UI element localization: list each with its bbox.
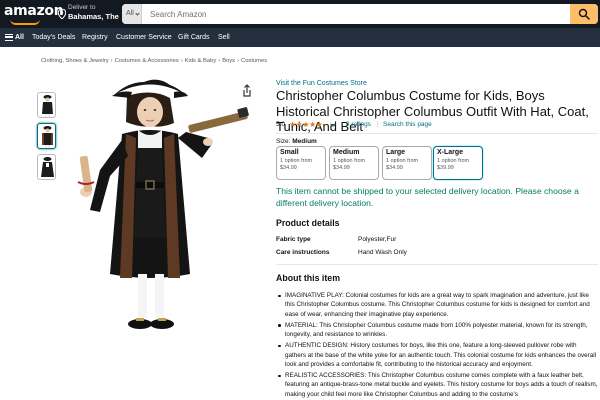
size-selected-value: Medium — [292, 138, 317, 145]
nav-registry[interactable]: Registry — [82, 28, 108, 47]
detail-row: Care instructions Hand Wash Only — [276, 249, 576, 258]
image-thumbnail[interactable] — [37, 92, 56, 118]
breadcrumb-separator: › — [218, 58, 221, 64]
breadcrumb-separator: › — [237, 58, 240, 64]
size-option-x-large[interactable]: X-Large 1 option from $39.99 — [433, 146, 483, 180]
divider — [276, 264, 598, 265]
store-link[interactable]: Visit the Fun Costumes Store — [276, 80, 367, 87]
about-bullet: MATERIAL: This Christopher Columbus cost… — [276, 321, 598, 340]
search-this-page-link[interactable]: Search this page — [383, 121, 432, 128]
about-bullet-list: IMAGINATIVE PLAY: Colonial costumes for … — [276, 291, 598, 400]
location-pin-icon — [58, 9, 66, 19]
divider — [276, 133, 598, 134]
size-name: Large — [386, 149, 406, 156]
deliver-to-label: Deliver to — [68, 4, 96, 11]
size-price: $34.99 — [280, 165, 297, 171]
columbus-costume-image — [77, 79, 249, 329]
star-rating-icon[interactable]: ★★★★★ — [289, 120, 323, 129]
search-bar: All — [122, 4, 598, 24]
search-button[interactable] — [570, 4, 598, 24]
shipping-restriction-message: This item cannot be shipped to your sele… — [276, 186, 579, 208]
breadcrumb-item[interactable]: Costumes & Accessories — [115, 58, 179, 64]
size-option-note: 1 option from — [386, 158, 419, 164]
nav-sell[interactable]: Sell — [218, 28, 230, 47]
image-thumbnail-selected[interactable] — [37, 123, 56, 149]
about-bullet: AUTHENTIC DESIGN: History costumes for b… — [276, 341, 598, 369]
search-icon — [578, 8, 590, 20]
nav-gift-cards[interactable]: Gift Cards — [178, 28, 210, 47]
size-name: Medium — [333, 149, 360, 156]
detail-key: Fabric type — [276, 236, 311, 243]
about-bullet: IMAGINATIVE PLAY: Colonial costumes for … — [276, 291, 598, 319]
rating-value: 5.0 — [276, 121, 286, 128]
size-option-note: 1 option from — [437, 158, 470, 164]
share-icon — [243, 84, 251, 97]
amazon-smile-icon — [10, 19, 40, 25]
search-input[interactable] — [148, 4, 568, 24]
product-title: Christopher Columbus Costume for Kids, B… — [276, 88, 589, 134]
about-bullet: REALISTIC ACCESSORIES: This Christopher … — [276, 371, 598, 399]
image-thumbnail[interactable] — [37, 154, 56, 180]
detail-value: Polyester,Fur — [358, 236, 397, 243]
detail-value: Hand Wash Only — [358, 249, 407, 256]
about-this-item-heading: About this item — [276, 273, 341, 283]
ratings-count-link[interactable]: 3 ratings — [346, 121, 371, 128]
costume-thumbnail-image — [41, 157, 54, 177]
costume-thumbnail-image — [42, 95, 53, 117]
size-name: X-Large — [437, 149, 464, 156]
share-button[interactable] — [240, 84, 254, 98]
size-option-large[interactable]: Large 1 option from $34.99 — [382, 146, 432, 180]
hamburger-menu-icon[interactable] — [5, 34, 13, 41]
detail-key: Care instructions — [276, 249, 330, 256]
breadcrumb-item[interactable]: Kids & Baby — [185, 58, 217, 64]
nav-todays-deals[interactable]: Today's Deals — [32, 28, 75, 47]
breadcrumb-separator: › — [180, 58, 183, 64]
product-details-heading: Product details — [276, 218, 340, 228]
size-price: $39.99 — [437, 165, 454, 171]
breadcrumb-item[interactable]: Clothing, Shoes & Jewelry — [41, 58, 109, 64]
search-category-dropdown[interactable]: All — [122, 4, 142, 24]
size-label-text: Size: — [276, 138, 291, 145]
nav-customer-service[interactable]: Customer Service — [116, 28, 172, 47]
detail-row: Fabric type Polyester,Fur — [276, 236, 576, 245]
size-option-note: 1 option from — [333, 158, 366, 164]
costume-thumbnail-image — [42, 126, 53, 148]
breadcrumb-item[interactable]: Boys — [222, 58, 235, 64]
separator: | — [377, 121, 379, 128]
search-category-label: All — [126, 10, 134, 17]
breadcrumb: Clothing, Shoes & Jewelry › Costumes & Acc… — [41, 58, 267, 64]
size-name: Small — [280, 149, 299, 156]
size-label: Size: Medium — [276, 138, 317, 145]
top-nav-bar: amazon Deliver to Bahamas, The All — [0, 0, 600, 28]
deliver-to-country: Bahamas, The — [68, 12, 119, 21]
size-option-note: 1 option from — [280, 158, 313, 164]
amazon-logo[interactable]: amazon — [4, 3, 64, 19]
size-price: $34.99 — [333, 165, 350, 171]
nav-all-button[interactable]: All — [15, 28, 24, 47]
main-product-image[interactable] — [62, 78, 262, 340]
breadcrumb-item[interactable]: Costumes — [241, 58, 267, 64]
size-price: $34.99 — [386, 165, 403, 171]
breadcrumb-separator: › — [110, 58, 113, 64]
secondary-nav-bar: All Today's Deals Registry Customer Serv… — [0, 28, 600, 47]
chevron-down-icon — [135, 11, 140, 16]
size-option-medium[interactable]: Medium 1 option from $34.99 — [329, 146, 379, 180]
size-option-small[interactable]: Small 1 option from $34.99 — [276, 146, 326, 180]
